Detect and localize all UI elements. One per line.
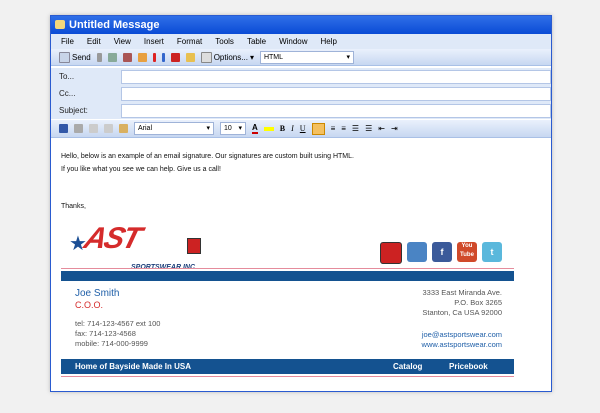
check-names-icon[interactable] — [122, 52, 132, 62]
cc-button[interactable]: Cc... — [51, 89, 121, 98]
menu-insert[interactable]: Insert — [144, 34, 164, 49]
person-title: C.O.O. — [75, 300, 104, 310]
window-title: Untitled Message — [69, 19, 160, 31]
chevron-down-icon: ▾ — [346, 53, 350, 61]
message-body[interactable]: Hello, below is an example of an email s… — [51, 138, 551, 402]
subject-row: Subject: — [51, 102, 551, 119]
menu-window[interactable]: Window — [279, 34, 307, 49]
body-line-1: Hello, below is an example of an email s… — [61, 153, 354, 160]
social-icons: f You Tube t — [380, 242, 502, 264]
address-line-1: 3333 East Miranda Ave. — [422, 288, 503, 297]
email-link[interactable]: joe@astsportswear.com — [422, 330, 502, 340]
signature-icon[interactable] — [137, 52, 147, 62]
tagline: Home of Bayside Made In USA — [75, 362, 192, 371]
envelope-icon — [55, 20, 65, 29]
send-icon — [59, 51, 70, 63]
font-color-icon[interactable]: A — [252, 123, 258, 134]
to-button[interactable]: To... — [51, 72, 121, 81]
contact-left: Joe Smith C.O.O. tel: 714-123-4567 ext 1… — [75, 288, 160, 349]
to-input[interactable] — [121, 69, 551, 84]
flag-icon[interactable] — [170, 52, 180, 62]
subject-input[interactable] — [121, 103, 551, 118]
mail-icon[interactable] — [407, 242, 427, 262]
subject-label: Subject: — [59, 106, 88, 115]
to-row: To... — [51, 68, 551, 85]
cut-icon[interactable] — [89, 124, 98, 133]
message-window: Untitled Message File Edit View Insert F… — [50, 15, 552, 392]
align-center-icon[interactable]: ≡ — [331, 124, 336, 133]
address-line-2: P.O. Box 3265 — [454, 298, 502, 307]
decrease-indent-icon[interactable]: ⇤ — [378, 124, 385, 133]
send-button[interactable]: Send — [59, 51, 91, 63]
email-signature: ★ASTSPORTSWEAR INC f You Tube t Joe Smit… — [61, 222, 514, 377]
format-select[interactable]: HTML ▾ — [259, 50, 354, 64]
fax: fax: 714-123-4568 — [75, 329, 136, 338]
contact-right: 3333 East Miranda Ave. P.O. Box 3265 Sta… — [422, 288, 502, 350]
numbered-list-icon[interactable]: ☰ — [352, 124, 359, 133]
low-importance-icon[interactable] — [161, 52, 165, 62]
youtube-icon[interactable]: You Tube — [457, 242, 477, 262]
standard-toolbar: Send Options... ▾ HTML ▾ — [51, 49, 551, 66]
font-select[interactable]: Arial ▾ — [134, 122, 214, 135]
print-icon[interactable] — [74, 124, 83, 133]
high-importance-icon[interactable] — [152, 52, 156, 62]
align-left-icon[interactable] — [311, 122, 325, 135]
website-link[interactable]: www.astsportswear.com — [422, 340, 502, 350]
menu-view[interactable]: View — [114, 34, 131, 49]
formatting-toolbar: Arial ▾ 10 ▾ A B I U ≡ ≡ ☰ ☰ ⇤ ⇥ — [51, 120, 551, 138]
bold-button[interactable]: B — [280, 124, 285, 133]
divider — [61, 268, 514, 269]
highlight-icon[interactable] — [263, 126, 274, 131]
attach-icon[interactable] — [96, 52, 102, 62]
size-select[interactable]: 10 ▾ — [220, 122, 246, 135]
twitter-icon[interactable]: t — [482, 242, 502, 262]
bayside-icon[interactable] — [380, 242, 402, 264]
address-line-3: Stanton, Ca USA 92000 — [422, 308, 502, 317]
blue-band — [61, 271, 514, 281]
menu-file[interactable]: File — [61, 34, 74, 49]
increase-indent-icon[interactable]: ⇥ — [391, 124, 398, 133]
folder-icon[interactable] — [185, 52, 195, 62]
footer-band: Home of Bayside Made In USA Catalog Pric… — [61, 359, 514, 374]
body-line-2: If you like what you see we can help. Gi… — [61, 166, 221, 173]
underline-button[interactable]: U — [300, 124, 306, 133]
menu-edit[interactable]: Edit — [87, 34, 101, 49]
footer-divider — [61, 376, 514, 377]
person-name: Joe Smith — [75, 288, 120, 299]
bullet-list-icon[interactable]: ☰ — [365, 124, 372, 133]
italic-button[interactable]: I — [291, 124, 294, 133]
cc-row: Cc... — [51, 85, 551, 102]
menu-table[interactable]: Table — [247, 34, 266, 49]
facebook-icon[interactable]: f — [432, 242, 452, 262]
cc-input[interactable] — [121, 86, 551, 101]
paste-icon[interactable] — [119, 124, 128, 133]
mobile: mobile: 714-000-9999 — [75, 339, 148, 348]
menu-bar: File Edit View Insert Format Tools Table… — [51, 34, 551, 49]
menu-help[interactable]: Help — [321, 34, 337, 49]
copy-icon[interactable] — [104, 124, 113, 133]
menu-tools[interactable]: Tools — [215, 34, 234, 49]
save-icon[interactable] — [59, 124, 68, 133]
pricebook-link[interactable]: Pricebook — [449, 359, 488, 374]
bayside-logo-icon — [187, 238, 201, 254]
catalog-link[interactable]: Catalog — [393, 359, 422, 374]
options-button[interactable]: Options... ▾ — [200, 51, 254, 63]
address-book-icon[interactable] — [107, 52, 117, 62]
body-closing: Thanks, — [61, 203, 86, 210]
align-right-icon[interactable]: ≡ — [341, 124, 346, 133]
menu-format[interactable]: Format — [177, 34, 202, 49]
title-bar: Untitled Message — [51, 16, 551, 34]
options-icon — [200, 51, 212, 63]
phone: tel: 714-123-4567 ext 100 — [75, 319, 161, 328]
ast-logo: ★ASTSPORTSWEAR INC — [69, 222, 201, 271]
